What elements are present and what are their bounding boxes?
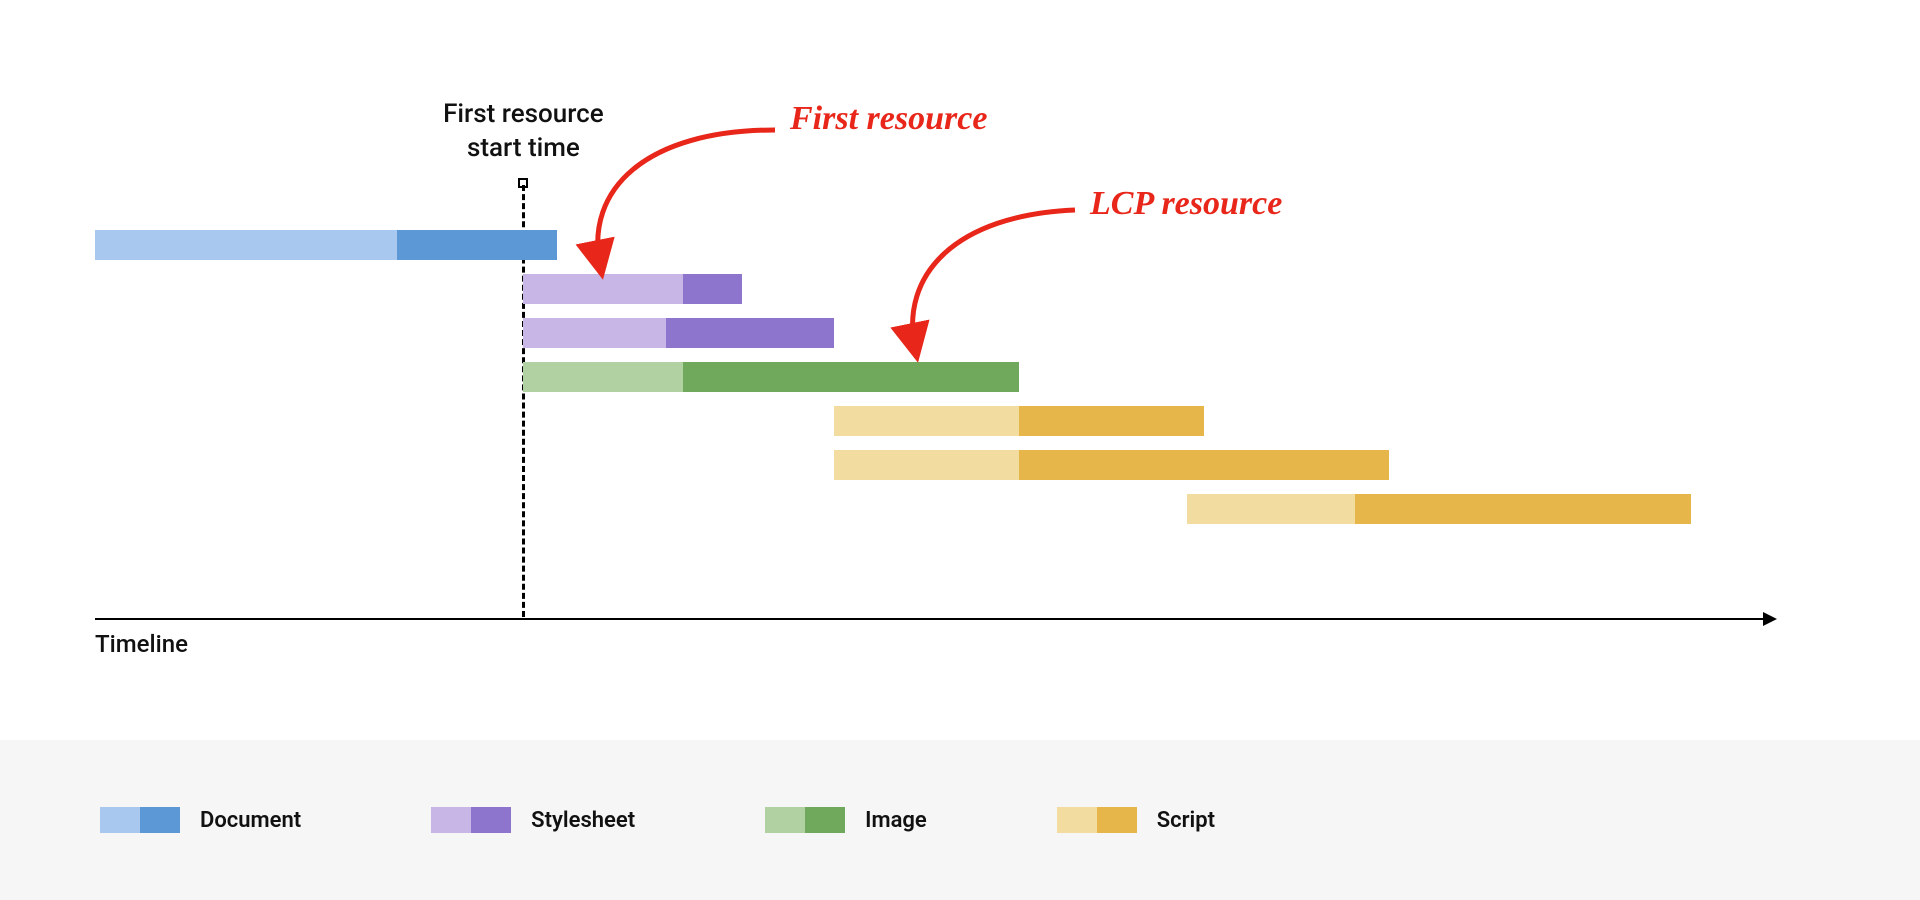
bar-segment-dark (1355, 494, 1691, 524)
legend-item: Stylesheet (431, 807, 635, 833)
legend-label: Stylesheet (531, 808, 635, 833)
bar-segment-dark (1019, 406, 1204, 436)
legend-label: Script (1157, 808, 1215, 833)
timeline-axis (95, 618, 1775, 620)
legend-swatch-icon (431, 807, 511, 833)
bar-segment-dark (683, 362, 1019, 392)
bar-segment-light (834, 406, 1019, 436)
arrow-lcp-resource-icon (845, 200, 1105, 360)
bar-segment-light (523, 318, 666, 348)
bar-segment-light (523, 362, 683, 392)
bar-segment-light (95, 230, 397, 260)
legend-label: Image (865, 808, 927, 833)
legend-swatch-icon (100, 807, 180, 833)
bar-segment-light (1187, 494, 1355, 524)
legend-item: Document (100, 807, 301, 833)
legend: Document Stylesheet Image Script (0, 740, 1920, 900)
bar-row (95, 362, 1815, 392)
annotation-lcp-resource: LCP resource (1090, 185, 1282, 223)
legend-swatch-icon (765, 807, 845, 833)
legend-swatch-icon (1057, 807, 1137, 833)
annotation-first-resource: First resource (790, 100, 987, 138)
bar-segment-light (834, 450, 1019, 480)
timeline-axis-label: Timeline (95, 630, 188, 658)
bar-row (95, 494, 1815, 524)
bar-row (95, 450, 1815, 480)
bar-row (95, 406, 1815, 436)
bar-segment-dark (1019, 450, 1389, 480)
arrow-first-resource-icon (525, 120, 785, 280)
bar-segment-dark (666, 318, 834, 348)
legend-item: Script (1057, 807, 1215, 833)
legend-label: Document (200, 808, 301, 833)
legend-item: Image (765, 807, 927, 833)
waterfall-chart: First resource start time First resource… (95, 70, 1815, 650)
